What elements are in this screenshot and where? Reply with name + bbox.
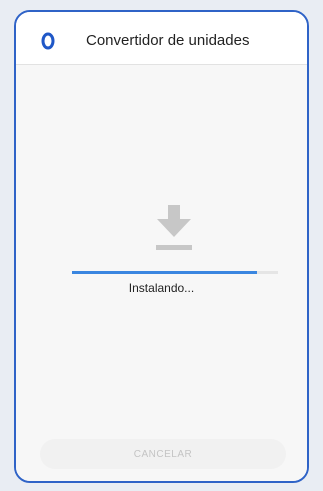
download-icon	[156, 205, 192, 250]
install-progress-bar	[72, 271, 278, 274]
dialog-header: Convertidor de unidades	[16, 12, 307, 65]
install-status-text: Instalando...	[128, 281, 195, 295]
cancel-button[interactable]: CANCELAR	[40, 439, 286, 469]
dialog-footer: CANCELAR	[16, 431, 307, 481]
install-progress-fill	[72, 271, 258, 274]
phone-frame: Convertidor de unidades Instalando... CA…	[14, 10, 309, 483]
dialog-title: Convertidor de unidades	[86, 32, 250, 49]
install-content: Instalando...	[16, 65, 307, 435]
app-logo-icon	[41, 32, 55, 50]
